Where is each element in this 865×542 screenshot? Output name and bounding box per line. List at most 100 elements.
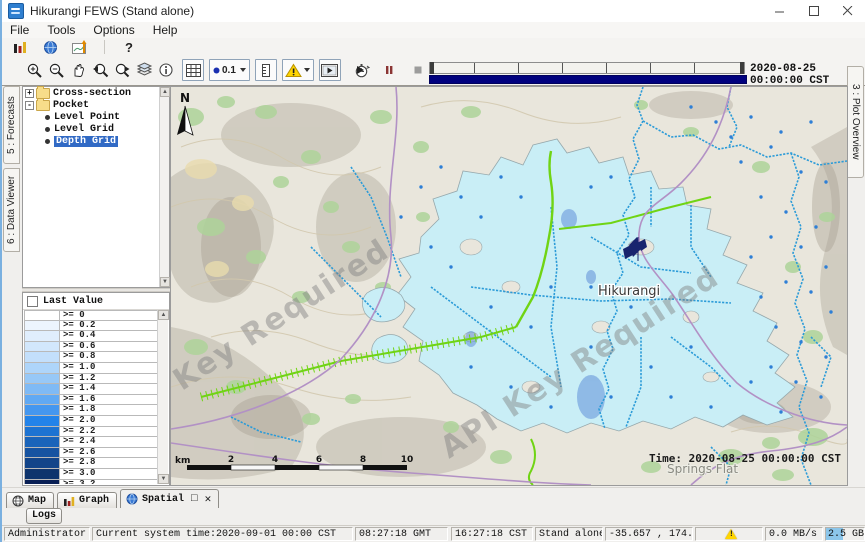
spatial-display-icon[interactable] (70, 37, 90, 57)
svg-text:8: 8 (360, 455, 366, 465)
legend-color-swatch (24, 395, 60, 406)
legend-color-swatch (24, 374, 60, 385)
legend-color-swatch (24, 363, 60, 374)
node-bullet-icon (45, 115, 50, 120)
class-dot-icon (213, 67, 220, 74)
tree-item-cross-section[interactable]: + Cross-section (23, 87, 169, 99)
zoom-next-icon[interactable] (112, 60, 132, 80)
scroll-up-icon[interactable]: ▲ (160, 87, 170, 97)
legend-color-swatch (24, 458, 60, 469)
info-icon[interactable] (156, 60, 176, 80)
timeline-end-handle[interactable] (740, 62, 744, 74)
toolbar-separator (104, 40, 105, 54)
map-tab-globe-icon (12, 495, 24, 507)
classbreaks-dropdown[interactable]: 0.1 (209, 59, 250, 81)
node-bullet-icon (45, 139, 50, 144)
tab-graph[interactable]: Graph (57, 492, 117, 508)
legend-color-swatch (24, 310, 60, 321)
collapse-icon[interactable]: - (25, 101, 34, 110)
tab-spatial[interactable]: Spatial □ ✕ (120, 489, 219, 508)
movie-icon[interactable] (319, 59, 341, 81)
filter-tree-panel: + Cross-section - Pocket Level Point Lev… (22, 86, 170, 288)
close-button[interactable] (831, 0, 865, 22)
legend-color-swatch (24, 427, 60, 438)
scale-unit: km (175, 456, 190, 466)
pause-icon[interactable] (379, 60, 399, 80)
pan-icon[interactable] (68, 60, 88, 80)
legend-row[interactable]: >= 1.0 (24, 363, 158, 374)
scroll-up-icon[interactable]: ▲ (158, 310, 169, 320)
menu-file[interactable]: File (10, 23, 29, 37)
tab-close-icon[interactable]: ✕ (205, 492, 212, 506)
minimize-button[interactable] (763, 0, 797, 22)
vertical-scale-icon[interactable] (255, 59, 277, 81)
tree-item-depth-grid[interactable]: Depth Grid (23, 135, 169, 147)
bottom-tab-bar: Map Graph Spatial □ ✕ (2, 487, 865, 508)
time-navigator-slider[interactable] (427, 59, 747, 83)
legend-row[interactable]: >= 0 (24, 310, 158, 321)
timeline-start-handle[interactable] (430, 62, 434, 74)
legend-row[interactable]: >= 3.0 (24, 469, 158, 480)
chevron-down-icon (240, 68, 246, 72)
legend-row[interactable]: >= 3.2 (24, 480, 158, 485)
zoom-previous-icon[interactable] (90, 60, 110, 80)
legend-color-swatch (24, 352, 60, 363)
tree-item-level-point[interactable]: Level Point (23, 111, 169, 123)
grid-icon[interactable] (182, 59, 204, 81)
stop-icon[interactable] (408, 60, 428, 80)
thresholds-icon[interactable] (282, 59, 314, 81)
timeline-range-bar[interactable] (429, 75, 747, 84)
menu-tools[interactable]: Tools (47, 23, 75, 37)
tab-maximize-icon[interactable]: □ (191, 493, 198, 505)
expand-icon[interactable]: + (25, 89, 34, 98)
app-logo-icon (8, 3, 24, 19)
tab-map[interactable]: Map (6, 492, 54, 508)
legend-color-swatch (24, 437, 60, 448)
help-icon[interactable]: ? (119, 37, 139, 57)
legend-color-swatch (24, 448, 60, 459)
status-network-rate: 0.0 MB/s (765, 527, 823, 541)
title-bar: Hikurangi FEWS (Stand alone) (2, 0, 865, 23)
scroll-down-icon[interactable]: ▼ (160, 277, 170, 287)
tree-item-level-grid[interactable]: Level Grid (23, 123, 169, 135)
map-display-icon[interactable] (40, 37, 60, 57)
map-canvas[interactable]: API Key Required API Key Required Hikura… (170, 86, 848, 486)
menu-help[interactable]: Help (153, 23, 178, 37)
timeline-track[interactable] (429, 62, 745, 74)
main-toolbar: ? (2, 38, 865, 56)
menu-options[interactable]: Options (93, 23, 134, 37)
layers-icon[interactable] (134, 60, 154, 80)
play-icon[interactable] (350, 60, 370, 80)
scroll-down-icon[interactable]: ▼ (158, 474, 169, 484)
logs-button[interactable]: Logs (26, 508, 62, 524)
svg-text:10: 10 (401, 455, 414, 465)
zoom-out-icon[interactable] (46, 60, 66, 80)
legend-color-swatch (24, 321, 60, 332)
folder-icon (36, 100, 50, 111)
classbreaks-value: 0.1 (222, 65, 236, 76)
application-window: Hikurangi FEWS (Stand alone) File Tools … (0, 0, 865, 542)
legend-color-swatch (24, 416, 60, 427)
timeseries-dialog-icon[interactable] (10, 37, 30, 57)
tab-data-viewer[interactable]: 6 : Data Viewer (3, 168, 20, 252)
tab-plot-overview[interactable]: 3 : Plot Overview (847, 66, 864, 178)
status-local-time: 16:27:18 CST (451, 527, 533, 541)
status-mode: Stand alone (535, 527, 603, 541)
status-log-alert[interactable] (695, 527, 763, 541)
maximize-button[interactable] (797, 0, 831, 22)
legend-color-swatch (24, 405, 60, 416)
last-value-checkbox[interactable] (27, 296, 38, 307)
tree-scrollbar[interactable]: ▲ ▼ (159, 87, 169, 287)
window-title: Hikurangi FEWS (Stand alone) (30, 4, 194, 18)
tree-item-pocket[interactable]: - Pocket (23, 99, 169, 111)
svg-text:2: 2 (228, 455, 234, 465)
svg-text:6: 6 (316, 455, 322, 465)
svg-text:N: N (180, 91, 190, 105)
zoom-in-icon[interactable] (24, 60, 44, 80)
legend-scrollbar[interactable]: ▲ ▼ (157, 310, 168, 484)
graph-tab-chart-icon (63, 495, 75, 507)
status-bar: Administrator Current system time:2020-0… (2, 525, 865, 542)
legend-row[interactable]: >= 2.0 (24, 416, 158, 427)
tab-forecasts[interactable]: 5 : Forecasts (3, 86, 20, 164)
legend-class-list: >= 0 >= 0.2 >= 0.4 >= 0.6 >= 0.8 >= 1.0 … (24, 310, 158, 484)
